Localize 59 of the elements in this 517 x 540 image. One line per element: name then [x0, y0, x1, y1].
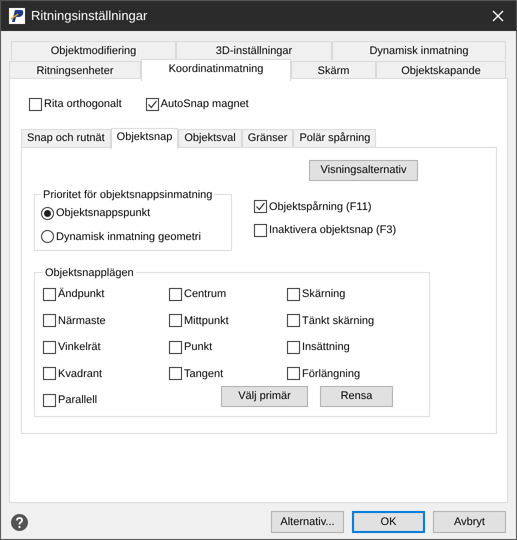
checkbox[interactable] [169, 288, 182, 301]
tab[interactable]: Objektmodifiering [11, 41, 176, 60]
display-options-button[interactable]: Visningsalternativ [309, 160, 418, 180]
group-title: Objektsnapplägen [44, 266, 135, 280]
checkbox-label[interactable]: Punkt [184, 339, 212, 356]
checkbox[interactable] [146, 98, 159, 111]
tab[interactable]: Dynamisk inmatning [332, 41, 506, 60]
radio-button[interactable] [41, 206, 54, 220]
checkbox[interactable] [169, 367, 182, 380]
checkbox[interactable] [29, 98, 42, 111]
checkbox-label[interactable]: Förlängning [302, 366, 360, 382]
tab[interactable]: Koordinatinmatning [141, 59, 291, 81]
clear-button[interactable]: Rensa [320, 386, 393, 407]
checkbox-label[interactable]: AutoSnap magnet [160, 96, 249, 112]
checkbox[interactable] [169, 340, 182, 354]
tab[interactable]: Snap och rutnät [21, 128, 111, 148]
tab[interactable]: Polär spårning [293, 128, 376, 148]
checkbox[interactable] [43, 288, 56, 301]
dialog-button[interactable]: Avbryt [433, 511, 506, 533]
tab[interactable]: Objektsval [178, 128, 242, 148]
checkbox[interactable] [287, 314, 300, 328]
dialog-button[interactable]: Alternativ... [271, 511, 344, 533]
select-primary-button[interactable]: Välj primär [221, 386, 308, 407]
checkbox[interactable] [43, 367, 56, 380]
checkbox[interactable] [287, 288, 300, 301]
checkbox-label[interactable]: Närmaste [58, 312, 106, 329]
checkbox-label[interactable]: Skärning [302, 286, 346, 302]
checkbox[interactable] [43, 314, 56, 328]
window-title: Ritningsinställningar [31, 7, 148, 26]
checkbox-label[interactable]: Vinkelrät [58, 339, 101, 356]
checkbox[interactable] [43, 394, 56, 407]
app-logo-icon [9, 8, 25, 24]
tab[interactable]: Gränser [242, 128, 294, 148]
checkbox-label[interactable]: Tangent [184, 366, 224, 382]
checkbox-label[interactable]: Rita orthogonalt [44, 96, 122, 112]
dialog-button[interactable]: OK [352, 511, 425, 533]
checkbox-label[interactable]: Insättning [302, 339, 350, 356]
checkbox-label[interactable]: Inaktivera objektsnap (F3) [269, 222, 396, 238]
group-title: Prioritet för objektsnappsinmatning [42, 188, 214, 202]
radio-label[interactable]: Objektsnappspunkt [56, 205, 150, 222]
checkbox[interactable] [287, 340, 300, 354]
checkbox-label[interactable]: Objektspårning (F11) [269, 198, 372, 215]
checkbox[interactable] [169, 314, 182, 328]
checkbox[interactable] [43, 340, 56, 354]
checkbox-label[interactable]: Kvadrant [58, 366, 102, 382]
tab[interactable]: Objektsnap [110, 128, 178, 148]
checkbox-label[interactable]: Mittpunkt [184, 312, 229, 329]
checkbox-label[interactable]: Centrum [184, 286, 226, 302]
tab[interactable]: 3D-inställningar [176, 41, 332, 60]
checkbox[interactable] [254, 224, 267, 237]
checkbox-label[interactable]: Ändpunkt [58, 286, 104, 302]
help-icon[interactable] [11, 514, 28, 530]
checkbox-label[interactable]: Tänkt skärning [302, 312, 374, 329]
checkbox[interactable] [254, 200, 267, 214]
close-icon[interactable] [492, 10, 504, 22]
checkbox-label[interactable]: Parallell [58, 392, 98, 408]
checkbox[interactable] [287, 367, 300, 380]
radio-button[interactable] [41, 230, 54, 244]
radio-label[interactable]: Dynamisk inmatning geometri [56, 228, 201, 245]
